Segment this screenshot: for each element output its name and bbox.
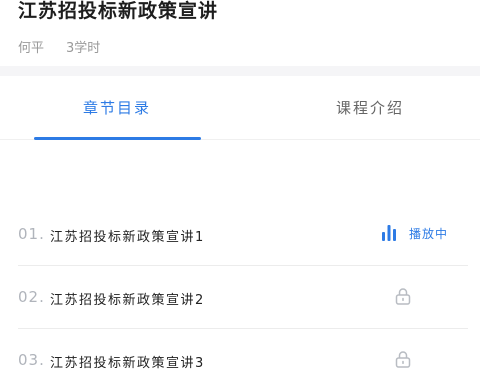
- course-detail-page: 江苏招投标新政策宣讲 何平 3学时 章节目录 课程介绍 01. 江苏招投标新政策宣…: [0, 0, 480, 375]
- chapter-title: 江苏招投标新政策宣讲1: [50, 230, 205, 245]
- course-header: 江苏招投标新政策宣讲 何平 3学时: [0, 0, 480, 66]
- tab-course-intro[interactable]: 课程介绍: [270, 76, 470, 139]
- chapter-item[interactable]: 02. 江苏招投标新政策宣讲2: [18, 266, 468, 329]
- section-divider: [0, 66, 480, 76]
- lock-icon: [395, 351, 411, 368]
- locked-status: [395, 350, 448, 368]
- chapter-title: 江苏招投标新政策宣讲3: [50, 356, 205, 371]
- course-title: 江苏招投标新政策宣讲: [18, 0, 219, 22]
- chapter-index: 03.: [18, 351, 45, 369]
- tab-bar: 章节目录 课程介绍: [0, 76, 480, 140]
- chapter-item[interactable]: 03. 江苏招投标新政策宣讲3: [18, 329, 468, 375]
- chapter-index: 02.: [18, 288, 45, 306]
- chapter-index: 01.: [18, 225, 45, 243]
- tab-chapters[interactable]: 章节目录: [17, 76, 217, 139]
- chapter-item[interactable]: 01. 江苏招投标新政策宣讲1 播放中: [18, 203, 468, 266]
- chapter-list: 01. 江苏招投标新政策宣讲1 播放中 02. 江苏招投标新政策宣讲2 03. …: [0, 203, 480, 375]
- course-meta: 何平 3学时: [18, 37, 100, 56]
- locked-status: [395, 287, 448, 305]
- chapter-title: 江苏招投标新政策宣讲2: [50, 293, 205, 308]
- playing-label: 播放中: [408, 226, 448, 241]
- lock-icon: [395, 288, 411, 305]
- course-hours: 3学时: [66, 41, 101, 56]
- playing-status: 播放中: [381, 224, 448, 242]
- equalizer-bars-icon: [381, 225, 396, 241]
- course-teacher: 何平: [18, 41, 45, 56]
- active-tab-indicator: [34, 137, 201, 140]
